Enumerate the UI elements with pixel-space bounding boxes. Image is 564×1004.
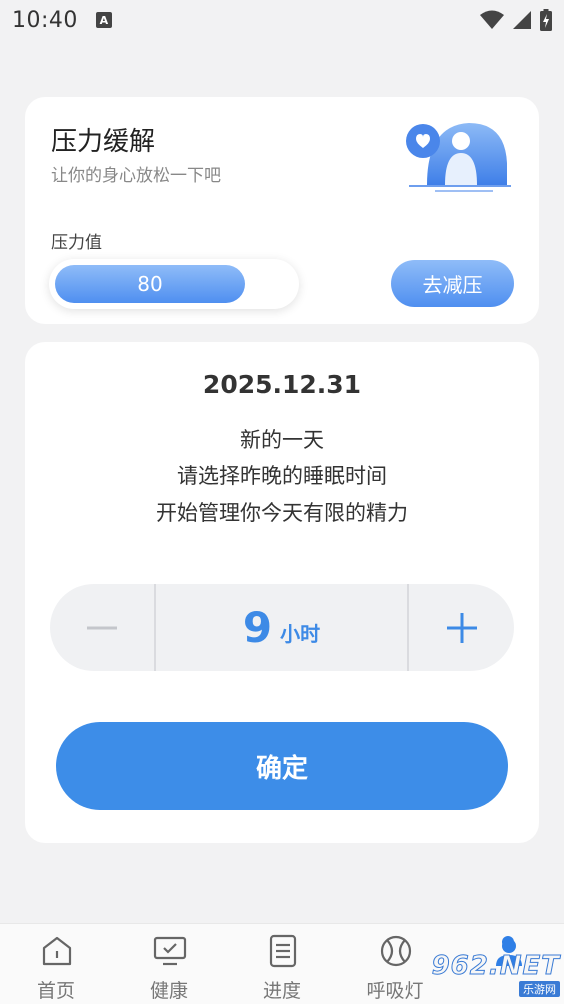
increase-hours-button[interactable] bbox=[410, 584, 514, 671]
tab-home[interactable]: 首页 bbox=[0, 924, 112, 1004]
minus-icon bbox=[87, 626, 117, 629]
notification-a-icon: A bbox=[95, 12, 112, 28]
stepper-divider bbox=[407, 584, 409, 671]
stress-card-title: 压力缓解 bbox=[51, 127, 156, 157]
battery-charging-icon bbox=[540, 9, 552, 31]
signal-icon bbox=[513, 11, 531, 29]
stress-level-bar: 80 bbox=[49, 259, 299, 309]
sleep-hours-value: 9 bbox=[242, 603, 273, 652]
tab-home-label: 首页 bbox=[36, 980, 75, 1002]
stress-level-fill: 80 bbox=[55, 265, 245, 303]
status-time: 10:40 bbox=[12, 7, 78, 33]
stress-value-label: 压力值 bbox=[51, 233, 102, 253]
monitor-check-icon bbox=[153, 936, 187, 966]
status-bar: 10:40 A bbox=[0, 0, 564, 40]
home-icon bbox=[42, 936, 72, 966]
sleep-select-card: 2025.12.31 新的一天 请选择昨晚的睡眠时间 开始管理你今天有限的精力 … bbox=[25, 342, 539, 843]
relieve-stress-button[interactable]: 去减压 bbox=[391, 260, 514, 307]
watermark-text: 962.NET bbox=[431, 951, 560, 982]
wifi-icon bbox=[480, 10, 504, 29]
tab-progress[interactable]: 进度 bbox=[226, 924, 338, 1004]
stress-value: 80 bbox=[137, 272, 163, 296]
active-tab-indicator bbox=[502, 936, 514, 948]
decrease-hours-button[interactable] bbox=[50, 584, 154, 671]
plus-icon bbox=[447, 612, 477, 643]
message-line-3: 开始管理你今天有限的精力 bbox=[156, 501, 408, 525]
sleep-hours-display: 9 小时 bbox=[156, 584, 407, 671]
stress-relief-card: 压力缓解 让你的身心放松一下吧 压力值 80 去减压 bbox=[25, 97, 539, 324]
tab-health[interactable]: 健康 bbox=[113, 924, 225, 1004]
watermark-logo: 962.NET 乐游网 bbox=[424, 948, 560, 1000]
current-date: 2025.12.31 bbox=[202, 370, 362, 399]
relax-person-illustration-icon bbox=[406, 123, 511, 192]
watermark-subtext: 乐游网 bbox=[519, 981, 560, 997]
sleep-hours-unit: 小时 bbox=[280, 622, 321, 646]
stress-card-subtitle: 让你的身心放松一下吧 bbox=[51, 166, 221, 186]
sleep-hours-stepper: 9 小时 bbox=[50, 584, 514, 671]
message-line-1: 新的一天 bbox=[240, 428, 324, 452]
document-icon bbox=[269, 934, 297, 968]
ball-icon bbox=[380, 935, 412, 967]
confirm-button[interactable]: 确定 bbox=[56, 722, 508, 810]
tab-progress-label: 进度 bbox=[262, 980, 301, 1002]
tab-health-label: 健康 bbox=[149, 980, 188, 1002]
message-line-2: 请选择昨晚的睡眠时间 bbox=[177, 464, 387, 488]
status-icons bbox=[480, 9, 552, 31]
